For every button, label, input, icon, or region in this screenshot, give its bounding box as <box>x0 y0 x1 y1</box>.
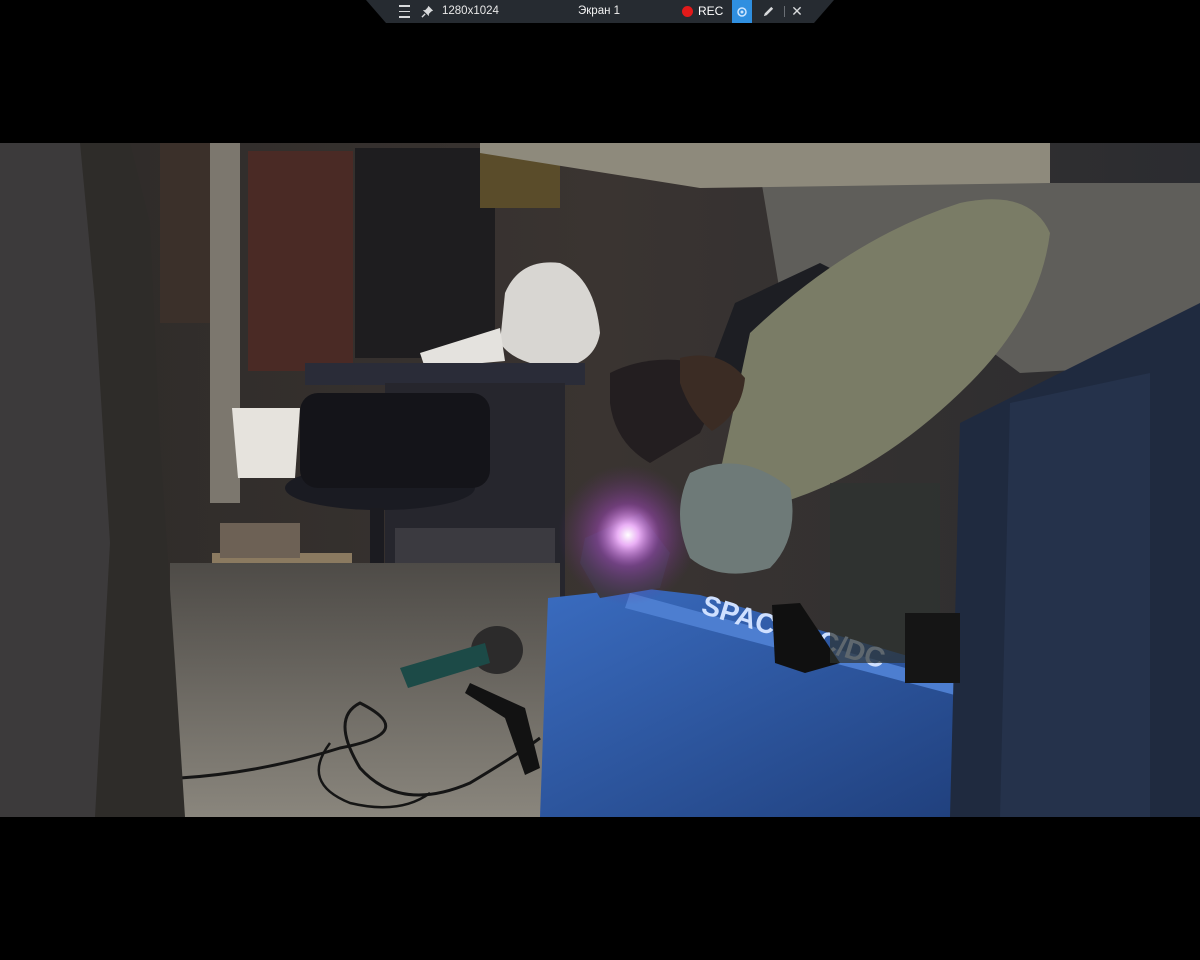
welding-arc-spark <box>558 465 698 605</box>
wooden-cabinet <box>248 151 353 371</box>
record-button[interactable]: REC <box>682 0 723 23</box>
record-label: REC <box>698 4 724 18</box>
record-dot-icon <box>682 6 693 17</box>
desk-top <box>305 363 585 385</box>
camera-icon[interactable] <box>732 0 752 23</box>
welding-glove <box>680 463 793 574</box>
workshop-scene: SPACE AC/DC <box>0 143 1200 817</box>
pin-icon[interactable] <box>418 0 436 23</box>
screen-name-label: Экран 1 <box>578 5 621 17</box>
screen-recorder-window: 1280x1024 Экран 1 REC ✕ SPACE <box>0 0 1200 960</box>
close-icon[interactable]: ✕ <box>788 0 806 23</box>
white-bucket <box>232 408 300 478</box>
menu-icon[interactable] <box>396 0 412 23</box>
captured-video-frame: SPACE AC/DC <box>0 143 1200 817</box>
pen-icon[interactable] <box>758 0 778 23</box>
toolbar-divider <box>784 6 785 17</box>
recorder-toolbar: 1280x1024 Экран 1 REC ✕ <box>366 0 834 23</box>
resolution-label: 1280x1024 <box>442 5 499 17</box>
